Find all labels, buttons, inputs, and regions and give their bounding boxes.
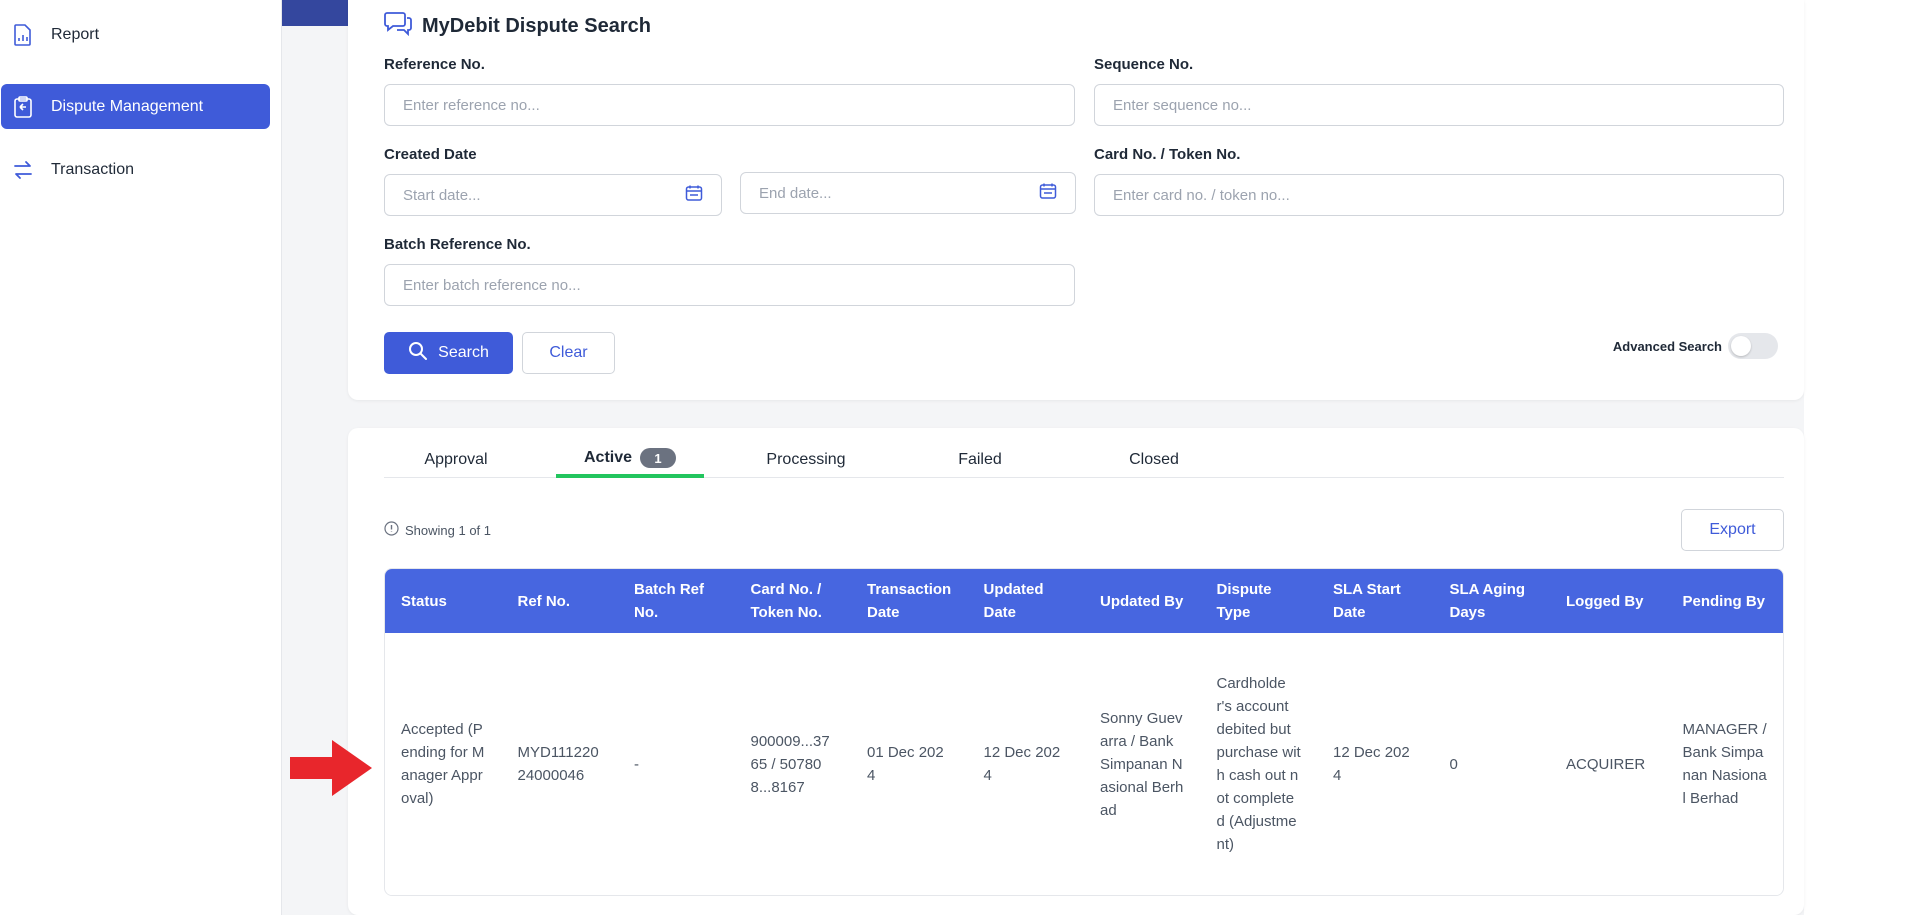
dispute-search-card: MyDebit Dispute Search Reference No. Ent… bbox=[348, 0, 1804, 400]
batch-reference-placeholder: Enter batch reference no... bbox=[403, 276, 581, 294]
red-arrow-icon bbox=[290, 740, 372, 796]
reference-label: Reference No. bbox=[384, 56, 485, 73]
column-header[interactable]: SLA Aging Days bbox=[1434, 569, 1551, 633]
sidebar-item-label: Transaction bbox=[51, 160, 134, 178]
sidebar-item-label: Dispute Management bbox=[51, 97, 204, 115]
column-header[interactable]: SLA Start Date bbox=[1317, 569, 1434, 633]
clear-button-label: Clear bbox=[549, 344, 588, 361]
search-button-label: Search bbox=[438, 344, 489, 361]
tab-closed[interactable]: Closed bbox=[1082, 442, 1226, 478]
count-badge: 1 bbox=[640, 448, 677, 468]
column-header[interactable]: Ref No. bbox=[502, 569, 619, 633]
table-row[interactable]: Accepted (Pending for Manager Approval) … bbox=[385, 633, 1783, 895]
sequence-input[interactable]: Enter sequence no... bbox=[1094, 84, 1784, 126]
results-card: Approval Active 1 Processing Failed Clos… bbox=[348, 428, 1804, 915]
cell-dispute-type: Cardholder's account debited but purchas… bbox=[1216, 675, 1301, 853]
search-title: MyDebit Dispute Search bbox=[422, 14, 651, 37]
clear-button[interactable]: Clear bbox=[522, 332, 615, 374]
reference-input[interactable]: Enter reference no... bbox=[384, 84, 1075, 126]
sidebar: Report Dispute Management Transaction bbox=[0, 0, 282, 915]
start-date-placeholder: Start date... bbox=[403, 186, 481, 204]
card-token-label: Card No. / Token No. bbox=[1094, 146, 1241, 163]
cell-updated-by: Sonny Guevarra / Bank Simpanan Nasional … bbox=[1100, 709, 1184, 819]
column-header[interactable]: Updated Date bbox=[968, 569, 1085, 633]
card-token-placeholder: Enter card no. / token no... bbox=[1113, 186, 1290, 204]
cell-status: Accepted (Pending for Manager Approval) bbox=[401, 721, 485, 807]
cell-card-token: 900009...3765 / 507808...8167 bbox=[750, 732, 830, 796]
disputes-table: Status Ref No. Batch Ref No. Card No. / … bbox=[384, 568, 1784, 896]
sequence-label: Sequence No. bbox=[1094, 56, 1194, 73]
table-header: Status Ref No. Batch Ref No. Card No. / … bbox=[385, 569, 1783, 633]
column-header[interactable]: Updated By bbox=[1084, 569, 1201, 633]
cell-sla-aging: 0 bbox=[1449, 755, 1458, 773]
column-header[interactable]: Pending By bbox=[1667, 569, 1784, 633]
sidebar-item-dispute-management[interactable]: Dispute Management bbox=[1, 84, 270, 129]
showing-text: Showing 1 of 1 bbox=[405, 522, 492, 538]
advanced-search-toggle[interactable] bbox=[1728, 333, 1778, 359]
batch-reference-input[interactable]: Enter batch reference no... bbox=[384, 264, 1075, 306]
sequence-placeholder: Enter sequence no... bbox=[1113, 96, 1252, 114]
search-button[interactable]: Search bbox=[384, 332, 513, 374]
cell-ref-no[interactable]: MYD11122024000046 bbox=[502, 633, 619, 895]
tab-active[interactable]: Active 1 bbox=[556, 442, 704, 478]
card-token-input[interactable]: Enter card no. / token no... bbox=[1094, 174, 1784, 216]
column-header[interactable]: Dispute Type bbox=[1201, 569, 1318, 633]
cell-batch-ref: - bbox=[634, 755, 639, 773]
sidebar-item-label: Report bbox=[51, 25, 100, 43]
column-header[interactable]: Transaction Date bbox=[851, 569, 968, 633]
cell-updated-date: 12 Dec 2024 bbox=[983, 744, 1061, 784]
column-header[interactable]: Batch Ref No. bbox=[618, 569, 735, 633]
cell-logged-by: ACQUIRER bbox=[1566, 755, 1646, 773]
batch-reference-label: Batch Reference No. bbox=[384, 236, 531, 253]
report-icon bbox=[11, 23, 35, 47]
info-icon bbox=[384, 521, 399, 539]
reference-placeholder: Enter reference no... bbox=[403, 96, 540, 114]
page-title: MyDebit Dispute Search bbox=[384, 10, 651, 42]
chat-icon bbox=[384, 10, 412, 42]
showing-count: Showing 1 of 1 bbox=[384, 521, 491, 539]
sidebar-item-transaction[interactable]: Transaction bbox=[1, 147, 270, 192]
advanced-search-label: Advanced Search bbox=[1612, 338, 1722, 354]
start-date-input[interactable]: Start date... bbox=[384, 174, 722, 216]
clipboard-icon bbox=[11, 95, 35, 119]
search-icon bbox=[408, 341, 428, 366]
advanced-search: Advanced Search bbox=[1613, 333, 1778, 359]
calendar-icon[interactable] bbox=[1039, 182, 1057, 204]
status-tabs: Approval Active 1 Processing Failed Clos… bbox=[384, 442, 1784, 478]
main-content: MyDebit Dispute Search Reference No. Ent… bbox=[282, 0, 1910, 915]
export-button[interactable]: Export bbox=[1681, 509, 1784, 551]
end-date-input[interactable]: End date... bbox=[740, 172, 1076, 214]
column-header[interactable]: Logged By bbox=[1550, 569, 1667, 633]
tab-label: Processing bbox=[766, 451, 846, 468]
cell-pending-by: MANAGER / Bank Simpanan Nasional Berhad bbox=[1682, 721, 1767, 807]
tab-label: Active bbox=[583, 449, 633, 466]
tab-label: Closed bbox=[1129, 451, 1179, 468]
right-panel bbox=[1804, 0, 1910, 915]
transfer-arrows-icon bbox=[11, 158, 35, 182]
tab-label: Approval bbox=[424, 451, 488, 468]
tab-processing[interactable]: Processing bbox=[734, 442, 878, 478]
tab-label: Failed bbox=[958, 451, 1002, 468]
column-header[interactable]: Status bbox=[385, 569, 502, 633]
sidebar-item-report[interactable]: Report bbox=[1, 12, 270, 57]
created-date-label: Created Date bbox=[384, 146, 477, 163]
cell-sla-start: 12 Dec 2024 bbox=[1333, 744, 1410, 784]
cell-transaction-date: 01 Dec 2024 bbox=[867, 744, 944, 784]
tab-failed[interactable]: Failed bbox=[908, 442, 1052, 478]
end-date-placeholder: End date... bbox=[759, 184, 832, 202]
column-header[interactable]: Card No. / Token No. bbox=[735, 569, 852, 633]
header-accent bbox=[282, 0, 350, 26]
export-button-label: Export bbox=[1709, 521, 1756, 538]
tab-approval[interactable]: Approval bbox=[384, 442, 528, 478]
calendar-icon[interactable] bbox=[685, 184, 703, 206]
